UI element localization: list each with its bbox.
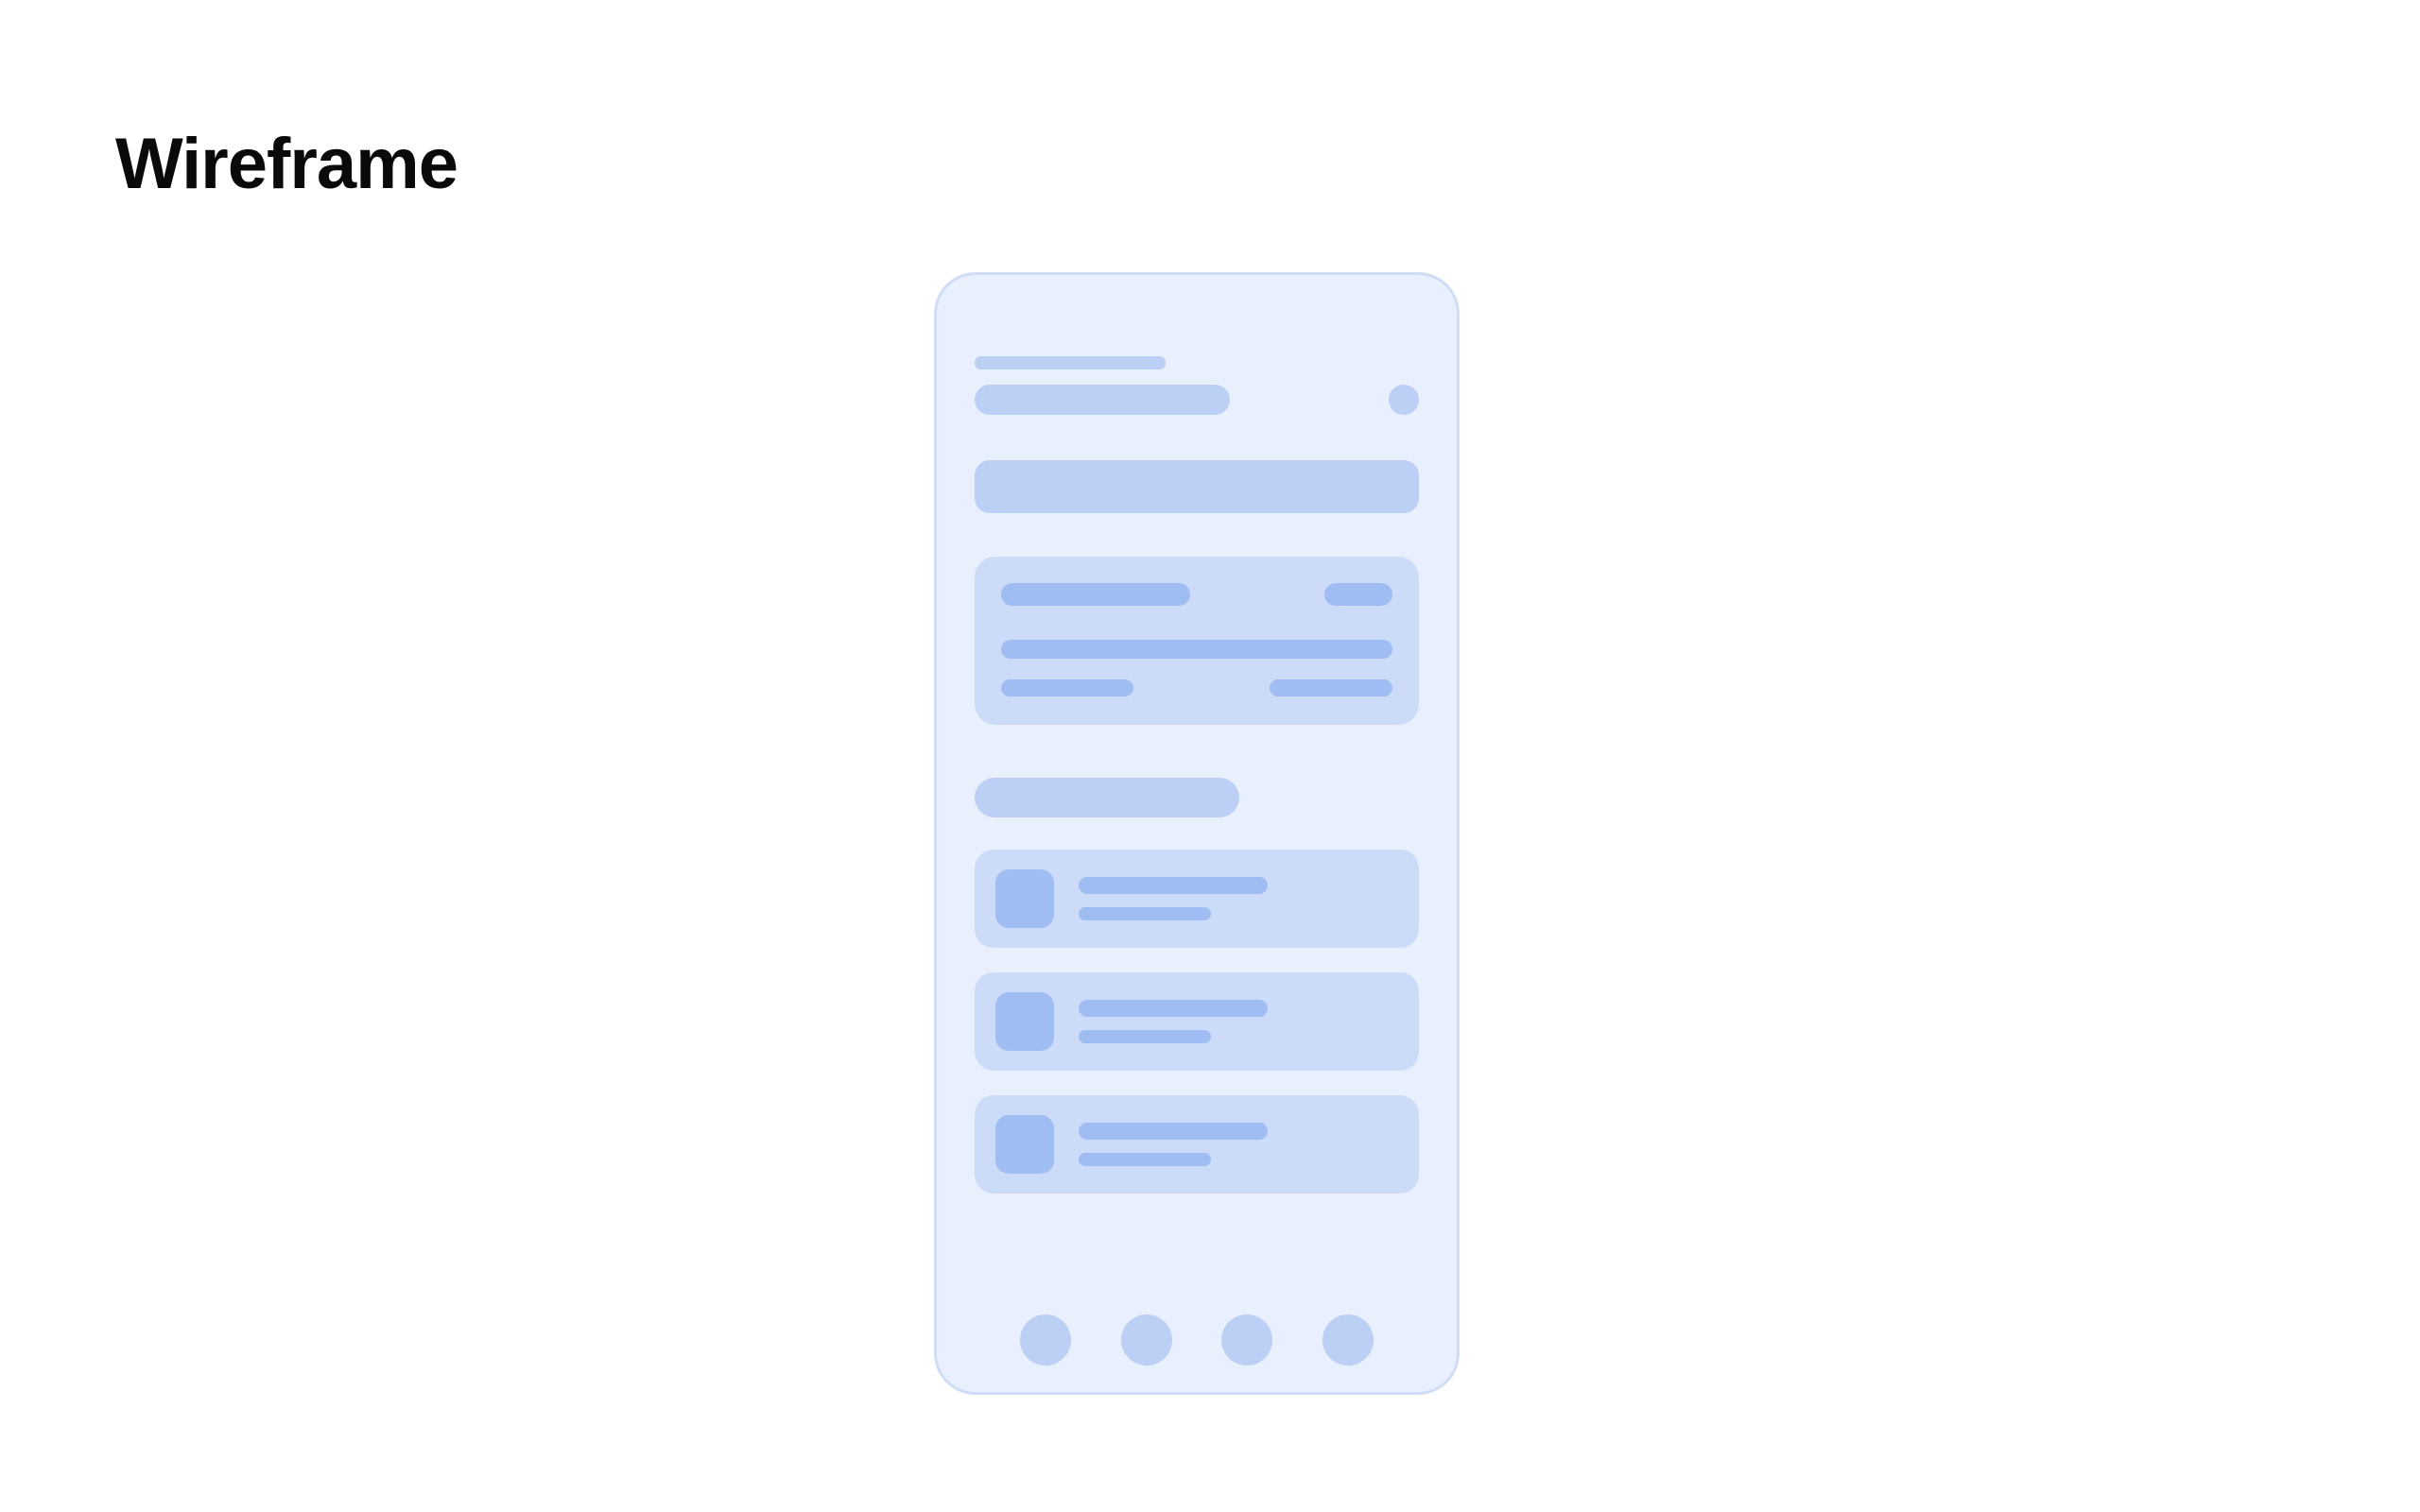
- thumb-icon: [995, 869, 1054, 928]
- header-subtitle: [975, 356, 1166, 369]
- page-title: Wireframe: [115, 123, 458, 205]
- feature-card-line: [1001, 640, 1392, 659]
- list-item[interactable]: [975, 1095, 1419, 1194]
- section-header: [975, 778, 1239, 817]
- feature-card-meta-left: [1001, 679, 1133, 696]
- list-item-title: [1079, 877, 1268, 894]
- feature-card-title: [1001, 583, 1190, 606]
- list: [975, 850, 1419, 1194]
- list-item-title: [1079, 1123, 1268, 1140]
- device-frame: [934, 272, 1460, 1395]
- nav-icon-1[interactable]: [1020, 1314, 1071, 1366]
- nav-icon-2[interactable]: [1121, 1314, 1172, 1366]
- avatar-icon[interactable]: [1389, 385, 1419, 415]
- list-item-subtitle: [1079, 1153, 1211, 1166]
- feature-card-badge: [1324, 583, 1392, 606]
- list-item-title: [1079, 1000, 1268, 1017]
- feature-card[interactable]: [975, 557, 1419, 725]
- list-item[interactable]: [975, 850, 1419, 948]
- list-item-subtitle: [1079, 1030, 1211, 1043]
- header-title: [975, 385, 1230, 415]
- search-input[interactable]: [975, 460, 1419, 513]
- thumb-icon: [995, 1115, 1054, 1174]
- list-item-subtitle: [1079, 907, 1211, 920]
- nav-icon-3[interactable]: [1221, 1314, 1272, 1366]
- thumb-icon: [995, 992, 1054, 1051]
- feature-card-meta-right: [1270, 679, 1392, 696]
- bottom-nav: [937, 1314, 1457, 1366]
- list-item[interactable]: [975, 972, 1419, 1071]
- nav-icon-4[interactable]: [1322, 1314, 1374, 1366]
